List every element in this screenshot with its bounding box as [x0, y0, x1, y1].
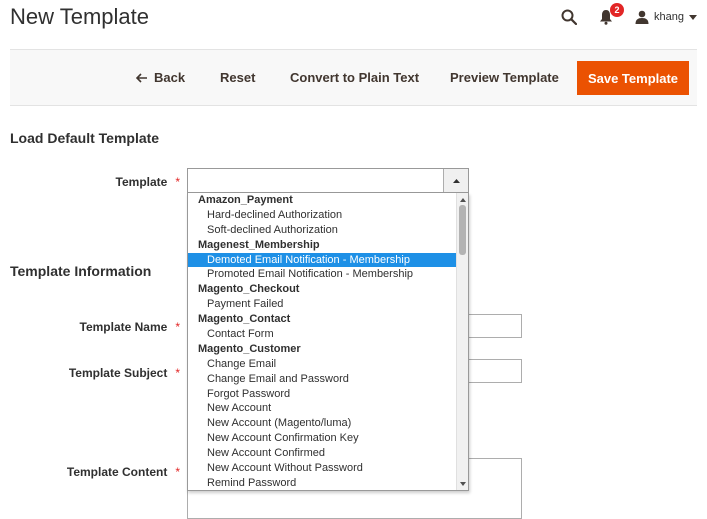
- template-subject-label-text: Template Subject: [68, 366, 168, 380]
- dropdown-option[interactable]: New Account Confirmation Key: [188, 431, 458, 446]
- dropdown-option[interactable]: Change Email and Password: [188, 372, 458, 387]
- template-name-label: Template Name *: [80, 320, 180, 334]
- arrow-left-icon: [135, 73, 147, 83]
- save-template-button[interactable]: Save Template: [577, 61, 689, 95]
- dropdown-option[interactable]: New Account (Magento/luma): [188, 416, 458, 431]
- dropdown-optgroup-label: Amazon_Payment: [198, 194, 293, 206]
- dropdown-option[interactable]: Promoted Email Notification - Membership: [188, 267, 458, 282]
- template-name-label-text: Template Name: [79, 320, 168, 334]
- required-mark: *: [175, 320, 180, 334]
- select-toggle-button[interactable]: [443, 169, 468, 192]
- scrollbar-thumb[interactable]: [459, 205, 466, 255]
- template-dropdown-list[interactable]: Amazon_Payment Hard-declined Authorizatio…: [187, 193, 469, 491]
- template-information-title: Template Information: [10, 263, 152, 279]
- template-content-label: Template Content *: [67, 465, 180, 479]
- reset-button[interactable]: Reset: [220, 70, 255, 85]
- load-default-template-title: Load Default Template: [10, 130, 160, 146]
- dropdown-option[interactable]: New Account: [188, 401, 458, 416]
- dropdown-optgroup-label: Magento_Customer: [198, 342, 301, 355]
- page-actions-toolbar: Back Reset Convert to Plain Text Preview…: [10, 49, 697, 106]
- template-field-label: Template *: [116, 175, 180, 189]
- scroll-down-icon[interactable]: [457, 479, 468, 489]
- user-menu[interactable]: khang: [635, 10, 697, 24]
- dropdown-option[interactable]: Payment Failed: [188, 297, 458, 312]
- user-icon: [635, 10, 649, 24]
- convert-plain-text-button[interactable]: Convert to Plain Text: [290, 70, 419, 85]
- required-mark: *: [175, 366, 180, 380]
- dropdown-option[interactable]: New Account Confirmed: [188, 446, 458, 461]
- dropdown-option[interactable]: Remind Password: [188, 476, 458, 490]
- notification-count-badge: 2: [610, 3, 625, 17]
- template-content-label-text: Template Content: [66, 465, 168, 479]
- required-mark: *: [175, 465, 180, 479]
- dropdown-option[interactable]: Hard-declined Authorization: [188, 208, 458, 223]
- dropdown-option[interactable]: Soft-declined Authorization: [188, 223, 458, 238]
- preview-template-button[interactable]: Preview Template: [450, 70, 559, 85]
- search-icon[interactable]: [561, 9, 578, 25]
- template-label-text: Template: [115, 175, 168, 189]
- page-title: New Template: [10, 4, 149, 29]
- back-label: Back: [154, 70, 186, 85]
- caret-up-icon: [452, 178, 460, 183]
- dropdown-optgroup-label: Magenest_Membership: [198, 238, 320, 251]
- dropdown-optgroup-label: Magento_Checkout: [198, 283, 300, 296]
- dropdown-option[interactable]: New Account Without Password: [188, 461, 458, 476]
- dropdown-option[interactable]: Demoted Email Notification - Membership: [188, 252, 458, 268]
- dropdown-option[interactable]: Change Email: [188, 357, 458, 372]
- dropdown-options: Amazon_Payment Hard-declined Authorizatio…: [188, 193, 458, 490]
- back-button[interactable]: Back: [135, 70, 186, 85]
- required-mark: *: [175, 175, 180, 189]
- dropdown-option[interactable]: Contact Form: [188, 327, 458, 342]
- template-select[interactable]: [187, 168, 469, 193]
- dropdown-optgroup-label: Magento_Contact: [198, 313, 291, 326]
- dropdown-option[interactable]: Forgot Password: [188, 387, 458, 402]
- username-label: khang: [654, 11, 684, 23]
- dropdown-scrollbar[interactable]: [456, 193, 468, 490]
- header-actions: 2 khang: [561, 0, 697, 34]
- scroll-up-icon[interactable]: [457, 195, 468, 205]
- notifications-button[interactable]: 2: [599, 3, 625, 25]
- template-subject-label: Template Subject *: [69, 366, 180, 380]
- caret-down-icon: [689, 14, 697, 20]
